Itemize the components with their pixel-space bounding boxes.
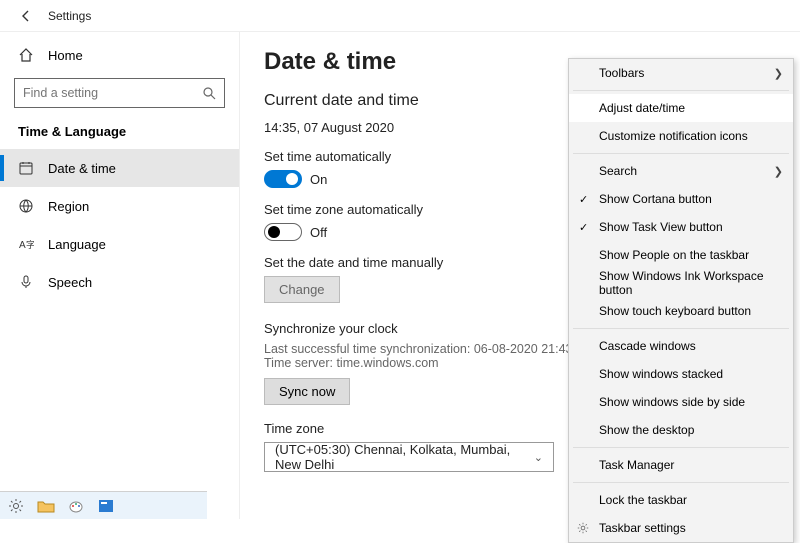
sidebar-item-label: Language [48,237,106,252]
context-item-label: Lock the taskbar [599,493,687,507]
context-item-label: Show Task View button [599,220,723,234]
sidebar-item-date-time[interactable]: Date & time [0,149,239,187]
context-item[interactable]: Show Task View button ✓ [569,213,793,241]
sync-now-button[interactable]: Sync now [264,378,350,405]
context-item-label: Search [599,164,637,178]
context-item[interactable]: Cascade windows [569,332,793,360]
sidebar-category: Time & Language [0,118,239,149]
titlebar: Settings [0,0,800,32]
context-item-label: Show the desktop [599,423,694,437]
context-separator [573,482,789,483]
sidebar-item-language[interactable]: A字 Language [0,225,239,263]
context-item[interactable]: Taskbar settings [569,514,793,542]
context-item[interactable]: Adjust date/time [569,94,793,122]
chevron-down-icon: ⌄ [534,451,543,464]
paint-icon[interactable] [66,496,86,516]
taskbar-context-menu: Toolbars ❯ Adjust date/time Customize notif… [568,58,794,543]
sidebar-item-label: Date & time [48,161,116,176]
check-icon: ✓ [579,221,588,234]
sidebar-item-label: Region [48,199,89,214]
chevron-right-icon: ❯ [774,165,783,178]
folder-icon[interactable] [36,496,56,516]
context-separator [573,447,789,448]
mic-icon [18,274,34,290]
context-item-label: Toolbars [599,66,644,80]
context-item-label: Customize notification icons [599,129,748,143]
context-item[interactable]: Show windows side by side [569,388,793,416]
context-item-label: Show windows stacked [599,367,723,381]
timezone-value: (UTC+05:30) Chennai, Kolkata, Mumbai, Ne… [275,442,534,472]
context-separator [573,328,789,329]
context-item[interactable]: Show windows stacked [569,360,793,388]
context-item-label: Adjust date/time [599,101,685,115]
context-separator [573,90,789,91]
home-icon [18,47,34,63]
context-item[interactable]: Toolbars ❯ [569,59,793,87]
context-item[interactable]: Show Windows Ink Workspace button [569,269,793,297]
svg-text:字: 字 [26,239,34,250]
check-icon: ✓ [579,193,588,206]
sidebar: Home Time & Language Date & time Region [0,32,240,519]
context-item[interactable]: Show People on the taskbar [569,241,793,269]
sidebar-item-label: Speech [48,275,92,290]
context-item[interactable]: Show touch keyboard button [569,297,793,325]
toggle-switch-on[interactable] [264,170,302,188]
back-icon[interactable] [18,8,34,24]
change-button[interactable]: Change [264,276,340,303]
context-item[interactable]: Search ❯ [569,157,793,185]
context-item[interactable]: Task Manager [569,451,793,479]
context-separator [573,153,789,154]
language-icon: A字 [18,236,34,252]
timezone-select[interactable]: (UTC+05:30) Chennai, Kolkata, Mumbai, Ne… [264,442,554,472]
search-input-wrapper[interactable] [14,78,225,108]
home-label: Home [48,48,83,63]
chevron-right-icon: ❯ [774,67,783,80]
clock-icon [18,160,34,176]
svg-text:A: A [19,240,26,251]
context-item-label: Show windows side by side [599,395,745,409]
context-item-label: Show touch keyboard button [599,304,751,318]
context-item-label: Show Cortana button [599,192,712,206]
context-item-label: Taskbar settings [599,521,686,535]
toggle-switch-off[interactable] [264,223,302,241]
sidebar-item-speech[interactable]: Speech [0,263,239,301]
search-icon [202,86,216,100]
gear-icon [577,522,589,534]
window-title: Settings [48,9,91,23]
context-item-label: Show People on the taskbar [599,248,749,262]
context-item[interactable]: Show the desktop [569,416,793,444]
context-item-label: Task Manager [599,458,674,472]
context-item[interactable]: Customize notification icons [569,122,793,150]
context-item-label: Show Windows Ink Workspace button [599,269,783,297]
taskbar[interactable] [0,491,207,519]
search-input[interactable] [23,86,202,100]
context-item[interactable]: Lock the taskbar [569,486,793,514]
globe-icon [18,198,34,214]
toggle-state: Off [310,225,327,240]
gear-icon[interactable] [6,496,26,516]
toggle-state: On [310,172,327,187]
app-icon[interactable] [96,496,116,516]
context-item[interactable]: Show Cortana button ✓ [569,185,793,213]
context-item-label: Cascade windows [599,339,696,353]
sidebar-home[interactable]: Home [0,38,239,72]
sidebar-item-region[interactable]: Region [0,187,239,225]
